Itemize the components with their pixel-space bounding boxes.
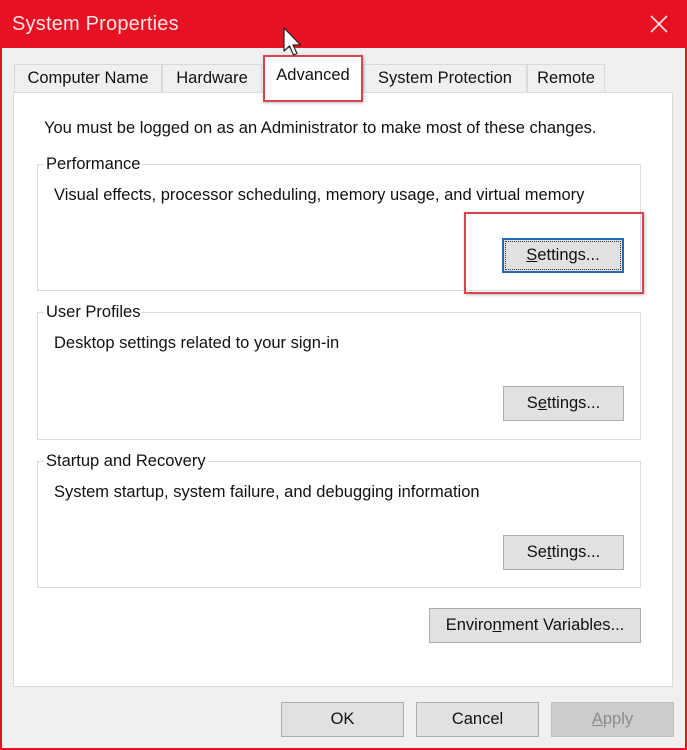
title-bar[interactable]: System Properties [0, 0, 687, 48]
tab-advanced[interactable]: Advanced [263, 56, 363, 101]
accelerator-key: A [591, 710, 603, 728]
button-label-part: ment Variables... [501, 616, 625, 634]
performance-group: Performance Visual effects, processor sc… [37, 154, 641, 291]
advanced-tab-panel: You must be logged on as an Administrato… [13, 92, 673, 687]
button-label-part: tings... [551, 543, 601, 561]
button-label-part: Enviro [445, 616, 493, 634]
user-profiles-settings-button[interactable]: Se ttings... [503, 386, 624, 421]
tab-system-protection[interactable]: System Protection [363, 64, 527, 92]
button-label-part: pply [602, 710, 634, 728]
accelerator-key: n [492, 616, 502, 634]
performance-group-label: Performance [44, 154, 143, 174]
user-profiles-group: User Profiles Desktop settings related t… [37, 302, 641, 440]
system-properties-window: System Properties Computer Name Hardware… [0, 0, 687, 750]
tab-hardware[interactable]: Hardware [162, 64, 262, 92]
tab-label: Hardware [176, 69, 248, 87]
close-button[interactable] [631, 0, 687, 48]
button-label-part: ttings... [547, 394, 601, 412]
window-title: System Properties [12, 13, 179, 35]
performance-settings-button[interactable]: Settings... [502, 238, 624, 273]
performance-description: Visual effects, processor scheduling, me… [54, 186, 585, 204]
ok-button[interactable]: OK [281, 702, 404, 737]
tab-label: Advanced [276, 66, 350, 84]
tab-label: Computer Name [27, 69, 149, 87]
accelerator-key: S [526, 246, 538, 264]
button-label: OK [330, 710, 355, 728]
apply-button[interactable]: Apply [551, 702, 674, 737]
startup-recovery-group: Startup and Recovery System startup, sys… [37, 451, 641, 588]
tab-label: System Protection [378, 69, 512, 87]
startup-recovery-description: System startup, system failure, and debu… [54, 483, 480, 501]
button-label-part: S [526, 394, 538, 412]
accelerator-key: e [537, 394, 547, 412]
tab-computer-name[interactable]: Computer Name [14, 64, 162, 92]
close-icon [650, 15, 668, 33]
tab-label: Remote [537, 69, 595, 87]
button-label-part: Se [526, 543, 547, 561]
startup-recovery-group-label: Startup and Recovery [44, 451, 208, 471]
button-label: Cancel [451, 710, 504, 728]
user-profiles-group-label: User Profiles [44, 302, 143, 322]
button-label-part: ettings... [537, 246, 600, 264]
environment-variables-button[interactable]: Enviro n ment Variables... [429, 608, 641, 643]
user-profiles-description: Desktop settings related to your sign-in [54, 334, 340, 352]
cancel-button[interactable]: Cancel [416, 702, 539, 737]
admin-note: You must be logged on as an Administrato… [44, 119, 597, 137]
tab-remote[interactable]: Remote [527, 64, 605, 92]
startup-recovery-settings-button[interactable]: Se t tings... [503, 535, 624, 570]
